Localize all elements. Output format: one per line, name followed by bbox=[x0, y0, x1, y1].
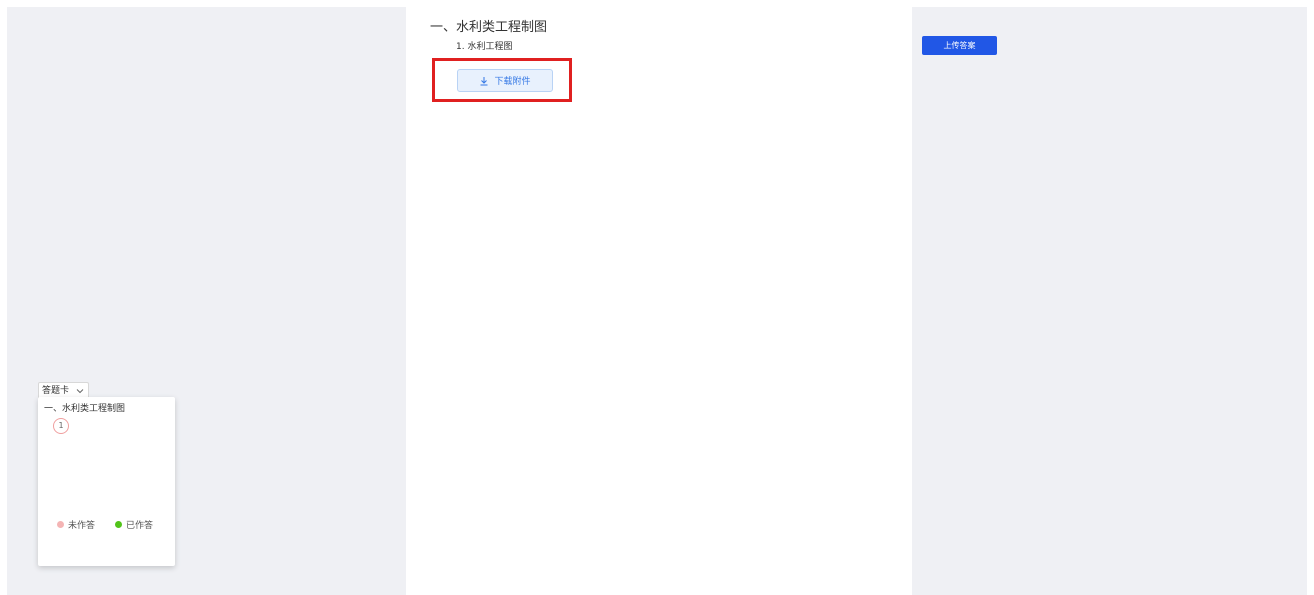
legend-answered-label: 已作答 bbox=[126, 521, 154, 531]
section-title: 一、水利类工程制图 bbox=[430, 20, 548, 35]
upload-answer-button[interactable]: 上传答案 bbox=[922, 36, 997, 55]
download-icon bbox=[480, 76, 488, 85]
chevron-down-icon bbox=[76, 389, 84, 394]
answer-legend: 未作答 已作答 bbox=[57, 518, 173, 531]
download-attachment-button[interactable]: 下载附件 bbox=[457, 69, 553, 92]
download-attachment-label: 下载附件 bbox=[494, 77, 531, 87]
answer-card-section-title: 一、水利类工程制图 bbox=[44, 404, 126, 414]
legend-unanswered-label: 未作答 bbox=[68, 521, 96, 531]
answer-card: 一、水利类工程制图 1 未作答 已作答 bbox=[38, 397, 175, 566]
legend-answered: 已作答 bbox=[115, 518, 153, 531]
question-number-button[interactable]: 1 bbox=[53, 418, 69, 434]
right-panel bbox=[912, 7, 1307, 595]
legend-unanswered: 未作答 bbox=[57, 518, 95, 531]
unanswered-dot-icon bbox=[57, 521, 64, 528]
answered-dot-icon bbox=[115, 521, 123, 528]
question-title: 1. 水利工程图 bbox=[456, 42, 513, 52]
